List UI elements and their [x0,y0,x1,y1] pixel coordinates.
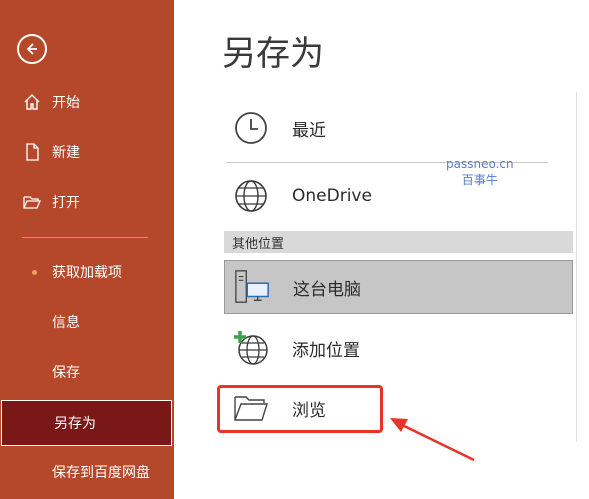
globe-icon [232,177,270,215]
sidebar-item-label: 获取加载项 [52,265,122,281]
other-locations-header: 其他位置 [224,231,573,253]
sidebar-item-save-as[interactable]: 另存为 [1,400,172,446]
sidebar-item-save-to-baidu[interactable]: 保存到百度网盘 [0,452,174,492]
computer-icon [233,268,271,306]
sidebar-item-home[interactable]: 开始 [0,82,174,122]
sidebar-item-info[interactable]: 信息 [0,302,174,342]
location-add-place[interactable]: 添加位置 [224,326,573,370]
sidebar-item-label: 保存到百度网盘 [52,465,150,481]
location-label: 添加位置 [292,340,360,361]
location-onedrive[interactable]: OneDrive [224,174,573,218]
open-folder-icon [22,192,42,212]
location-label: 最近 [292,120,326,141]
new-document-icon [22,142,42,162]
sidebar-item-label: 信息 [52,315,80,331]
annotation-arrow-icon [390,418,475,462]
back-arrow-icon[interactable] [17,34,47,64]
home-icon [22,92,42,112]
backstage-sidebar: 开始 新建 打开 获取加载项 信息 保存 另存为 保存到百度网盘 [0,0,174,499]
watermark-line1: passneo.cn [446,157,514,171]
sidebar-item-label: 保存 [52,365,80,381]
location-recent[interactable]: 最近 [224,106,573,150]
sidebar-item-new[interactable]: 新建 [0,132,174,172]
sidebar-divider [22,237,148,238]
clock-icon [232,109,270,147]
sidebar-item-label: 新建 [52,145,80,161]
location-this-pc[interactable]: 这台电脑 [224,260,573,314]
location-label: 这台电脑 [293,279,361,300]
scrollbar-track[interactable] [576,92,577,442]
sidebar-item-save[interactable]: 保存 [0,352,174,392]
sidebar-item-label: 打开 [52,195,80,211]
sidebar-item-open[interactable]: 打开 [0,182,174,222]
page-title: 另存为 [222,34,324,74]
annotation-highlight-box [217,385,383,433]
sidebar-item-label: 另存为 [54,416,96,432]
add-globe-icon [232,329,270,367]
location-label: OneDrive [292,186,372,206]
sidebar-item-get-addins[interactable]: 获取加载项 [0,252,174,292]
sidebar-item-label: 开始 [52,95,80,111]
